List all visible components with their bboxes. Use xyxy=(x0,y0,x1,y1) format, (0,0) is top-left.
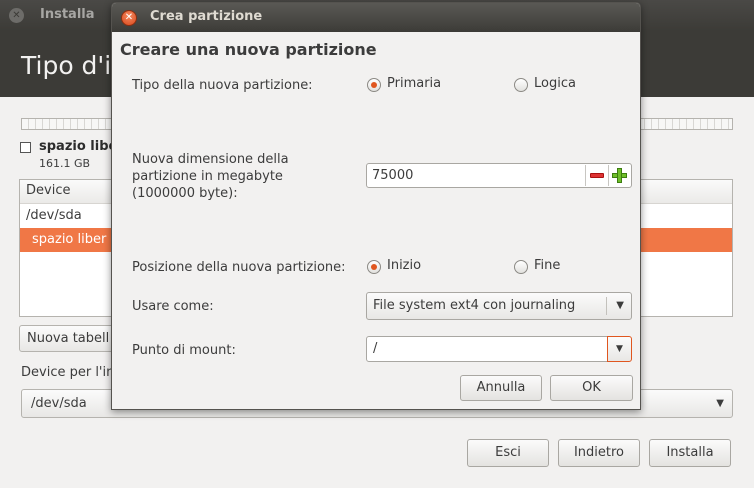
radio-beginning[interactable] xyxy=(367,260,381,274)
legend-label: spazio libe xyxy=(39,139,118,154)
create-partition-dialog: ✕ Crea partizione Creare una nuova parti… xyxy=(111,2,641,410)
plus-icon[interactable] xyxy=(608,165,630,186)
dialog-titlebar: ✕ Crea partizione xyxy=(112,3,640,32)
radio-primary-label[interactable]: Primaria xyxy=(387,76,441,91)
partition-size-label-3: (1000000 byte): xyxy=(132,186,238,201)
dialog-title: Crea partizione xyxy=(150,9,263,24)
minus-icon[interactable] xyxy=(585,165,607,186)
close-icon[interactable]: ✕ xyxy=(121,10,137,26)
partition-size-value[interactable]: 75000 xyxy=(372,168,413,183)
mount-point-value: / xyxy=(373,341,378,356)
partition-size-spinner[interactable]: 75000 xyxy=(366,163,632,188)
radio-end[interactable] xyxy=(514,260,528,274)
partition-size-label-2: partizione in megabyte xyxy=(132,169,283,184)
cancel-button[interactable]: Annulla xyxy=(460,375,542,401)
mount-point-combo[interactable]: / ▼ xyxy=(366,336,632,362)
dialog-heading: Creare una nuova partizione xyxy=(120,40,377,59)
close-icon[interactable]: ✕ xyxy=(9,8,24,23)
partition-type-label: Tipo della nuova partizione: xyxy=(132,78,313,93)
bootloader-device-label: Device per l'in xyxy=(21,365,115,380)
mount-point-dropdown-button[interactable]: ▼ xyxy=(607,336,632,362)
radio-primary[interactable] xyxy=(367,78,381,92)
mount-point-input[interactable]: / xyxy=(366,336,608,362)
use-as-select[interactable]: File system ext4 con journaling ▼ xyxy=(366,292,632,320)
use-as-value: File system ext4 con journaling xyxy=(373,298,576,313)
chevron-down-icon: ▼ xyxy=(616,300,624,311)
ok-button[interactable]: OK xyxy=(550,375,633,401)
legend-swatch xyxy=(20,142,31,153)
bootloader-device-value: /dev/sda xyxy=(31,396,87,411)
legend-size: 161.1 GB xyxy=(39,157,91,170)
combo-separator xyxy=(606,297,607,315)
installer-window-title: Installa xyxy=(40,7,95,22)
radio-logical[interactable] xyxy=(514,78,528,92)
mount-point-label: Punto di mount: xyxy=(132,343,236,358)
radio-beginning-label[interactable]: Inizio xyxy=(387,258,421,273)
radio-end-label[interactable]: Fine xyxy=(534,258,560,273)
install-button[interactable]: Installa xyxy=(649,439,731,467)
radio-logical-label[interactable]: Logica xyxy=(534,76,576,91)
quit-button[interactable]: Esci xyxy=(467,439,549,467)
partition-size-label-1: Nuova dimensione della xyxy=(132,152,289,167)
chevron-down-icon: ▼ xyxy=(716,398,724,409)
partition-position-label: Posizione della nuova partizione: xyxy=(132,260,346,275)
use-as-label: Usare come: xyxy=(132,299,214,314)
back-button[interactable]: Indietro xyxy=(558,439,640,467)
